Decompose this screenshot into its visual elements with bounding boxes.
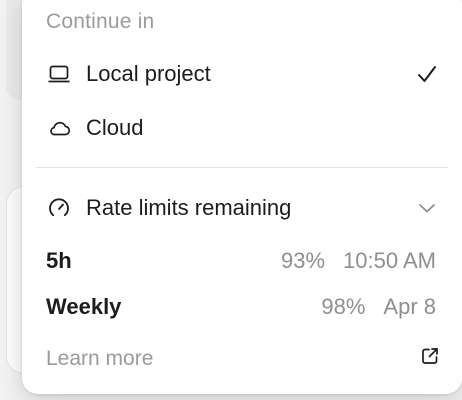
continue-in-menu: Continue in Local project Cloud Rate lim…	[22, 0, 462, 394]
menu-item-label: Cloud	[86, 115, 144, 140]
menu-item-cloud[interactable]: Cloud	[46, 108, 440, 148]
section-header-continue-in: Continue in	[46, 10, 155, 33]
rate-limit-reset: 10:50 AM	[343, 248, 436, 273]
rate-limits-toggle[interactable]: Rate limits remaining	[46, 188, 440, 228]
rate-limit-window: 5h	[46, 248, 72, 273]
rate-limit-reset: Apr 8	[383, 294, 436, 319]
laptop-icon	[46, 61, 72, 87]
cloud-icon	[46, 115, 72, 141]
menu-item-label: Local project	[86, 61, 211, 86]
checkmark-icon	[414, 61, 440, 87]
chevron-down-icon	[414, 195, 440, 221]
external-link-icon	[420, 346, 440, 372]
learn-more-label: Learn more	[46, 347, 154, 370]
menu-divider	[36, 167, 448, 168]
rate-limit-row-weekly: Weekly 98% Apr 8	[46, 291, 436, 323]
rate-limit-window: Weekly	[46, 294, 122, 319]
menu-item-local-project[interactable]: Local project	[46, 54, 440, 94]
rate-limits-label: Rate limits remaining	[86, 195, 292, 220]
rate-limit-percent: 98%	[321, 294, 366, 319]
gauge-icon	[46, 195, 72, 221]
learn-more-link[interactable]: Learn more	[46, 342, 440, 376]
rate-limit-row-5h: 5h 93% 10:50 AM	[46, 245, 436, 277]
rate-limit-percent: 93%	[281, 248, 326, 273]
